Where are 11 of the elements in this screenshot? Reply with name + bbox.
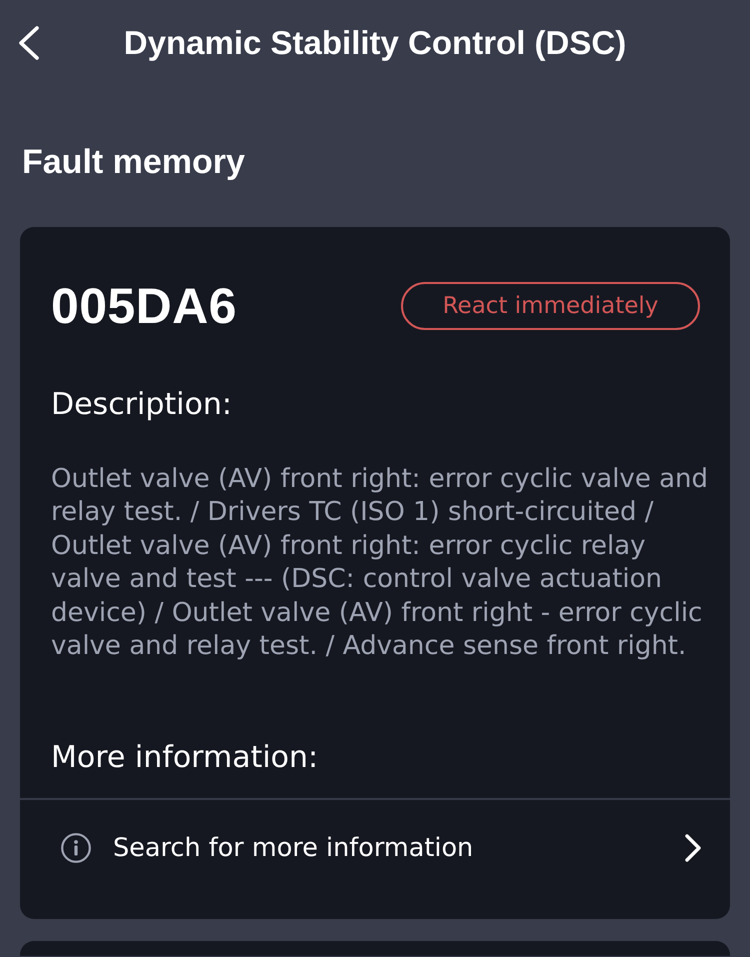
severity-badge: React immediately: [401, 282, 700, 330]
section-title: Fault memory: [22, 142, 246, 182]
back-chevron-icon: [18, 26, 40, 60]
more-information-label: More information:: [51, 741, 320, 778]
chevron-right-icon: [684, 833, 702, 864]
info-icon: [61, 833, 91, 864]
screen-title: Dynamic Stability Control (DSC): [124, 24, 626, 62]
description-text: Outlet valve (AV) front right: error cyclic valve and relay test. / Drivers TC (ISO 1) short-circuited / Outlet valve (AV) front right: error cyclic relay valve and test --- (DSC: control valve actuation device) / Outlet valve (AV) front right - error cyclic valve and relay test. / Advance sense front right.: [51, 463, 709, 664]
fault-code: 005DA6: [51, 282, 237, 330]
description-label: Description:: [51, 388, 233, 422]
search-info-link[interactable]: Search for more information: [20, 800, 730, 896]
